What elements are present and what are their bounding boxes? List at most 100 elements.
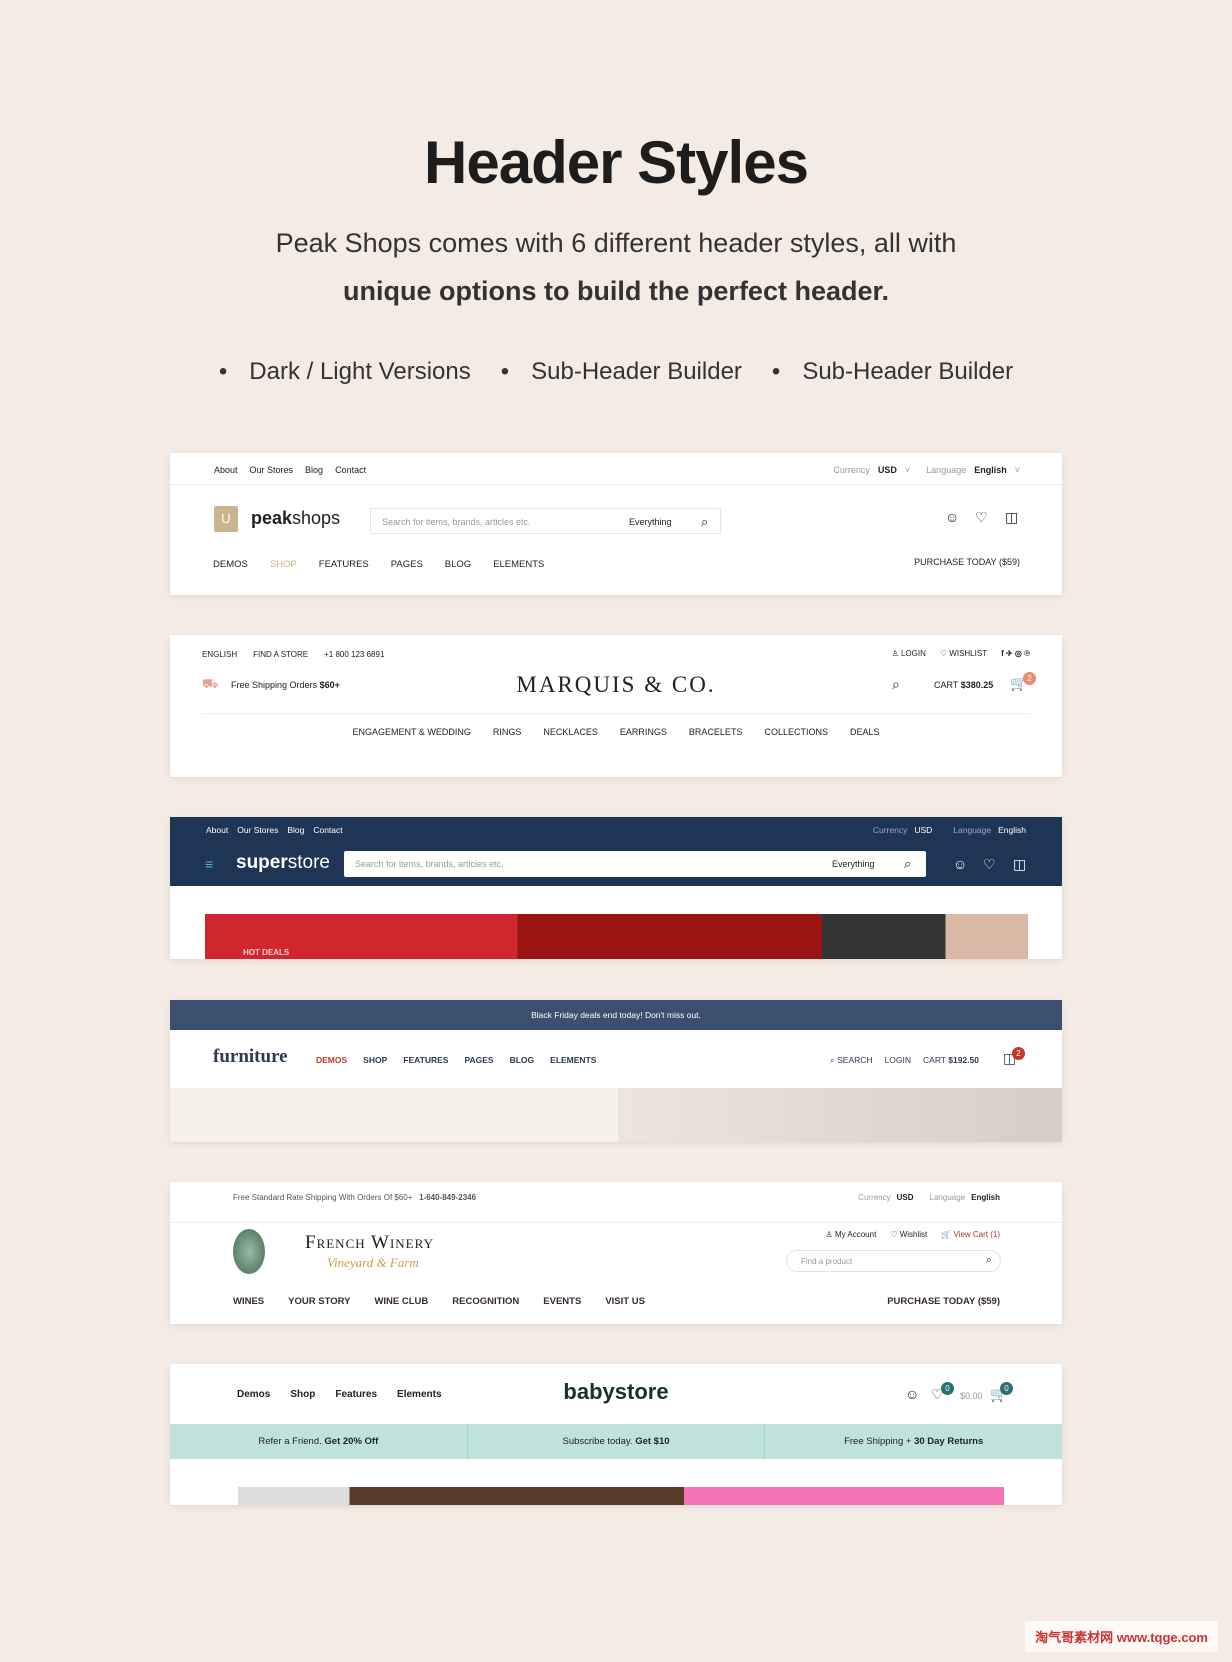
wishlist-link[interactable]: ♡ WISHLIST: [940, 649, 987, 658]
language-select[interactable]: English: [971, 1193, 1000, 1202]
subtitle-line-1: Peak Shops comes with 6 different header…: [275, 228, 957, 258]
login-link[interactable]: ♙ LOGIN: [892, 649, 926, 658]
nav-elements[interactable]: ELEMENTS: [550, 1055, 596, 1065]
cart-link[interactable]: CART $380.25: [934, 680, 993, 690]
search-input[interactable]: Find a product: [801, 1257, 852, 1266]
bag-icon[interactable]: ◫: [1013, 857, 1026, 871]
currency-label: Currency: [858, 1193, 891, 1202]
nav-pages[interactable]: PAGES: [391, 559, 423, 570]
top-link[interactable]: Contact: [335, 465, 366, 475]
nav-item[interactable]: DEALS: [850, 727, 880, 737]
nav-item[interactable]: YOUR STORY: [288, 1296, 350, 1307]
header-style-superstore: About Our Stores Blog Contact Currency USD L…: [170, 817, 1062, 959]
logo[interactable]: peakshops: [251, 508, 340, 529]
logo[interactable]: French Winery: [305, 1232, 434, 1254]
page-title: Header Styles: [424, 129, 809, 196]
search-input[interactable]: Search for items, brands, articles etc.: [355, 859, 504, 869]
wishlist-count-badge: 0: [941, 1382, 954, 1395]
login-link[interactable]: LOGIN: [885, 1055, 911, 1066]
language-select[interactable]: English: [998, 825, 1026, 835]
nav-item[interactable]: ENGAGEMENT & WEDDING: [353, 727, 471, 737]
nav-item[interactable]: EARRINGS: [620, 727, 667, 737]
nav-shop[interactable]: SHOP: [270, 559, 297, 570]
search-bar[interactable]: Find a product ⌕: [786, 1250, 1001, 1272]
search-icon[interactable]: ⌕: [701, 514, 708, 530]
menu-icon[interactable]: ≡: [205, 857, 213, 871]
search-link[interactable]: ⌕ SEARCH: [830, 1055, 873, 1066]
top-link[interactable]: Blog: [305, 465, 323, 475]
nav-item[interactable]: WINES: [233, 1296, 264, 1307]
language-label: Language: [953, 825, 992, 835]
nav-demos[interactable]: DEMOS: [316, 1055, 347, 1065]
purchase-link[interactable]: PURCHASE TODAY ($59): [887, 1296, 1000, 1307]
user-icon[interactable]: ☺: [905, 1387, 919, 1401]
nav-elements[interactable]: ELEMENTS: [493, 559, 544, 570]
winery-logo-icon: [233, 1229, 265, 1274]
category-select[interactable]: Everything: [629, 517, 672, 527]
search-icon[interactable]: ⌕: [986, 1254, 992, 1267]
nav-item[interactable]: NECKLACES: [543, 727, 598, 737]
cart-link[interactable]: 🛒 View Cart (1): [941, 1230, 1000, 1239]
account-link[interactable]: ♙ My Account: [826, 1230, 877, 1239]
find-store-link[interactable]: FIND A STORE: [253, 650, 308, 659]
category-select[interactable]: Everything: [832, 859, 875, 869]
search-icon[interactable]: ⌕: [904, 856, 911, 872]
nav-features[interactable]: FEATURES: [319, 559, 369, 570]
top-link[interactable]: Blog: [287, 825, 304, 835]
search-input[interactable]: Search for items, brands, articles etc.: [382, 517, 531, 527]
nav-blog[interactable]: BLOG: [445, 559, 471, 570]
top-link[interactable]: Contact: [313, 825, 342, 835]
currency-select[interactable]: USD: [878, 465, 897, 475]
nav-item[interactable]: RECOGNITION: [452, 1296, 519, 1307]
cart-count-badge: 2: [1023, 672, 1036, 685]
social-icons[interactable]: f ✈ ◎ ℗: [1001, 649, 1030, 658]
nav-item[interactable]: COLLECTIONS: [764, 727, 828, 737]
nav-demos[interactable]: DEMOS: [213, 559, 248, 570]
search-icon[interactable]: ⌕: [892, 677, 900, 691]
logo[interactable]: furniture: [213, 1046, 288, 1068]
header-style-babystore: Demos Shop Features Elements babystore ☺ ♡ …: [170, 1364, 1062, 1505]
top-link[interactable]: About: [206, 825, 228, 835]
top-link[interactable]: Our Stores: [250, 465, 294, 475]
currency-select[interactable]: USD: [914, 825, 932, 835]
currency-label: Currency: [833, 465, 870, 475]
heart-icon[interactable]: ♡: [983, 857, 996, 871]
nav-pages[interactable]: PAGES: [464, 1055, 493, 1065]
nav-shop[interactable]: SHOP: [363, 1055, 387, 1065]
tagline: Vineyard & Farm: [327, 1255, 419, 1270]
top-link[interactable]: Our Stores: [237, 825, 278, 835]
watermark: 淘气哥素材网 www.tqge.com: [1025, 1621, 1218, 1652]
search-bar[interactable]: Search for items, brands, articles etc. …: [370, 508, 721, 534]
cart-count-badge: 0: [1000, 1382, 1013, 1395]
nav-features[interactable]: FEATURES: [403, 1055, 448, 1065]
language-select[interactable]: English: [974, 465, 1007, 475]
promo-bar: Refer a Friend. Get 20% Off Subscribe to…: [170, 1424, 1062, 1459]
bullet: Sub-Header Builder: [501, 358, 742, 386]
nav-item[interactable]: WINE CLUB: [374, 1296, 428, 1307]
currency-select[interactable]: USD: [897, 1193, 914, 1202]
promo-item[interactable]: Refer a Friend. Get 20% Off: [170, 1424, 468, 1459]
wishlist-link[interactable]: ♡ Wishlist: [890, 1230, 927, 1239]
logo[interactable]: babystore: [170, 1379, 1062, 1405]
language-select[interactable]: ENGLISH: [202, 650, 237, 659]
logo[interactable]: MARQUIS & CO.: [170, 672, 1062, 698]
shipping-text: Free Standard Rate Shipping With Orders …: [233, 1193, 477, 1202]
logo[interactable]: superstore: [236, 852, 330, 874]
phone: +1 800 123 6891: [324, 650, 385, 659]
cart-link[interactable]: CART $192.50: [923, 1055, 979, 1066]
nav-item[interactable]: BRACELETS: [689, 727, 743, 737]
purchase-link[interactable]: PURCHASE TODAY ($59): [914, 557, 1020, 567]
nav-blog[interactable]: BLOG: [510, 1055, 535, 1065]
user-icon[interactable]: ☺: [945, 510, 959, 524]
user-icon[interactable]: ☺: [953, 857, 967, 871]
top-link[interactable]: About: [214, 465, 238, 475]
nav-item[interactable]: RINGS: [493, 727, 522, 737]
nav-item[interactable]: EVENTS: [543, 1296, 581, 1307]
nav-item[interactable]: VISIT US: [605, 1296, 645, 1307]
bag-icon[interactable]: ◫: [1005, 510, 1018, 524]
promo-item[interactable]: Subscribe today. Get $10: [468, 1424, 766, 1459]
heart-icon[interactable]: ♡: [975, 510, 988, 524]
promo-item[interactable]: Free Shipping + 30 Day Returns: [765, 1424, 1062, 1459]
search-bar[interactable]: Search for items, brands, articles etc. …: [344, 851, 926, 877]
hot-deals-banner[interactable]: HOT DEALS: [205, 914, 1028, 959]
